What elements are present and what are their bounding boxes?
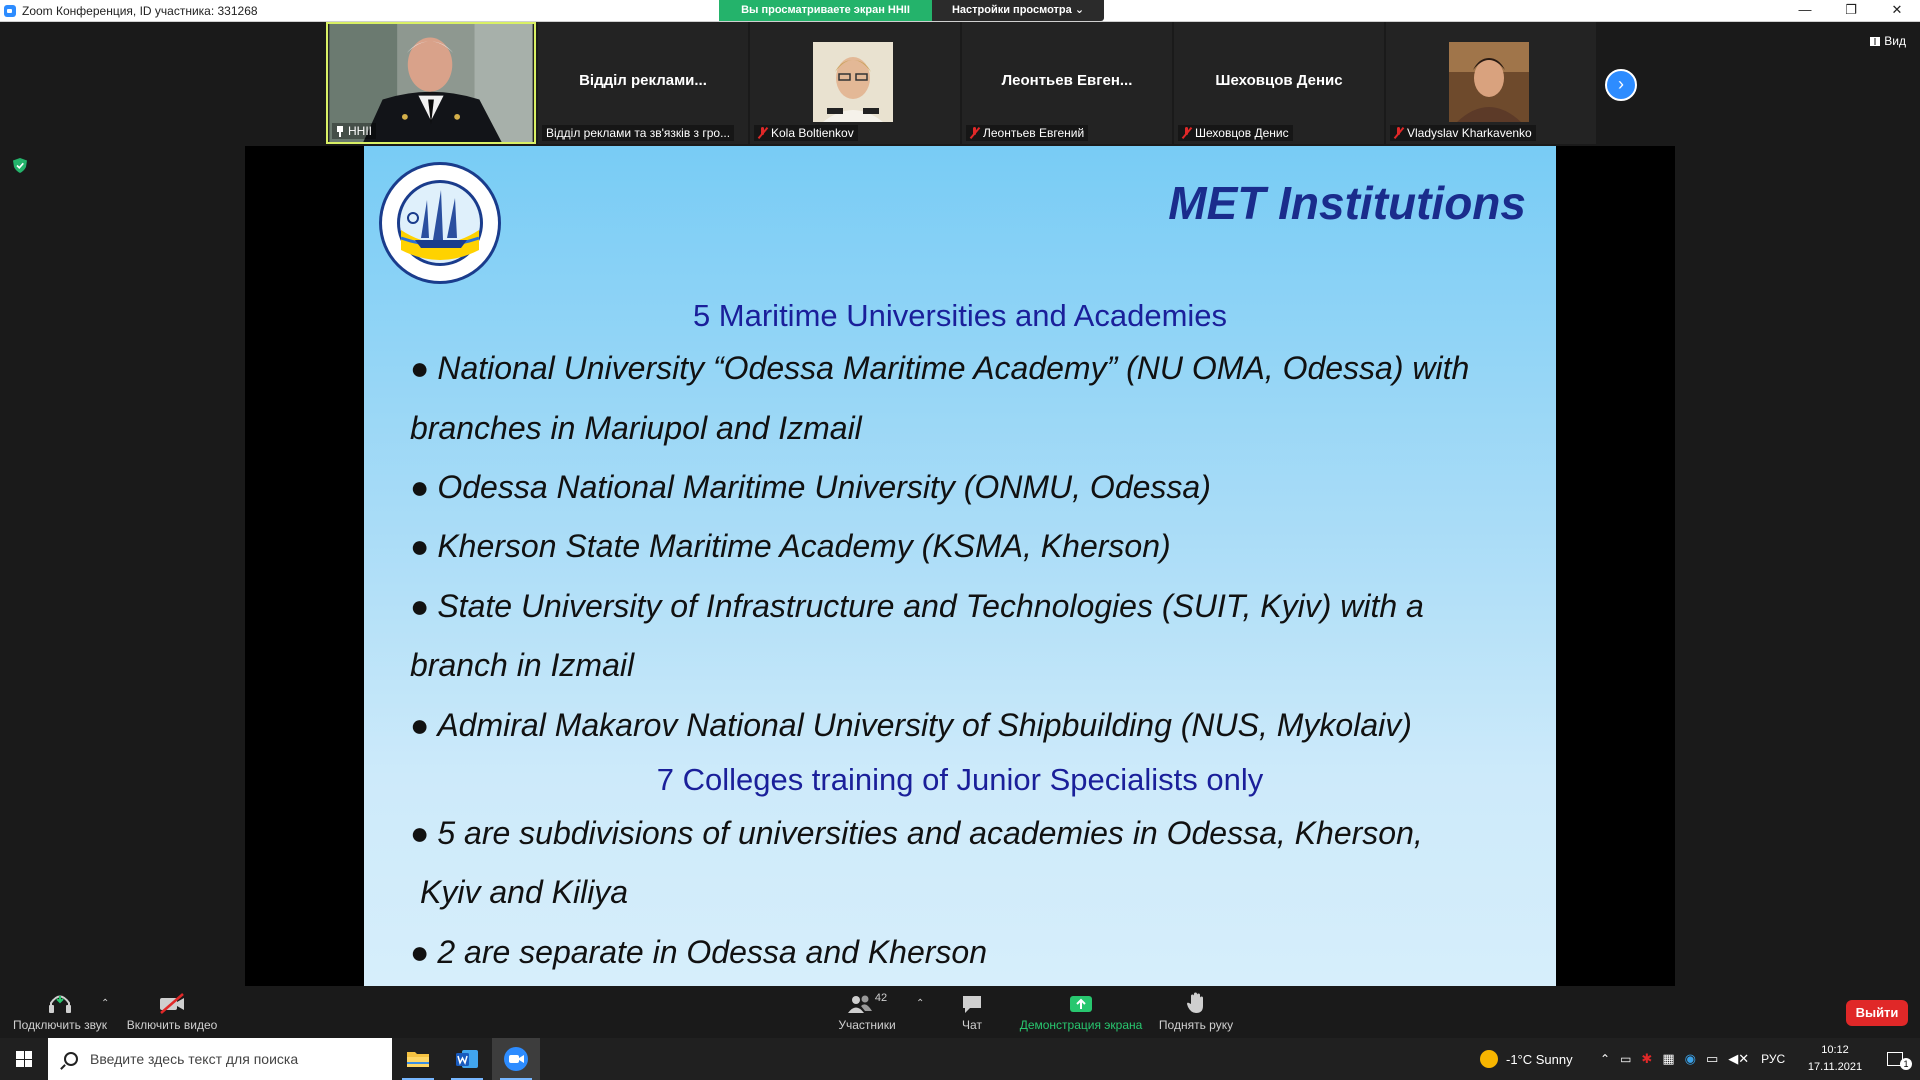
participant-tile[interactable]: Vladyslav Kharkavenko [1386,22,1596,144]
participant-tile[interactable]: Відділ реклами... Відділ реклами та зв'я… [538,22,748,144]
slide-bullet: ● 5 are subdivisions of universities and … [410,815,1423,851]
start-button[interactable] [0,1038,48,1080]
share-banner: Вы просматриваете экран HHII Настройки п… [719,0,1104,21]
chevron-right-icon: › [1618,74,1624,94]
participants-button[interactable]: 42 Участники [830,986,904,1038]
search-icon [64,1052,78,1066]
university-logo [379,162,501,284]
participant-label: Kola Boltienkov [754,125,858,141]
chat-button[interactable]: Чат [952,986,992,1038]
word-icon [456,1050,478,1068]
chat-icon [963,996,981,1013]
share-screen-button[interactable]: Демонстрация экрана [1018,986,1144,1038]
raise-hand-icon [1187,992,1203,1013]
slide-heading: 5 Maritime Universities and Academies [692,298,1228,333]
slide-title: MET Institutions [1168,177,1526,229]
notifications-button[interactable]: 1 [1880,1038,1912,1080]
chevron-up-icon[interactable]: ⌃ [1600,1052,1610,1066]
next-page-button[interactable]: › [1605,69,1637,101]
mic-muted-icon [1182,127,1191,139]
word-app[interactable] [443,1038,491,1080]
slide-bullet-continued: branches in Mariupol and Izmail [410,410,862,446]
minimize-button[interactable]: — [1782,0,1828,22]
windows-logo-icon [16,1051,32,1067]
participant-tile[interactable]: Шеховцов Денис Шеховцов Денис [1174,22,1384,144]
participant-tile[interactable]: Леонтьев Евген... Леонтьев Евгений [962,22,1172,144]
leave-meeting-button[interactable]: Выйти [1846,1000,1908,1026]
meeting-toolbar: Подключить звук ⌃ Включить видео 42 Учас… [0,986,1920,1038]
participant-label: Vladyslav Kharkavenko [1390,125,1536,141]
pin-icon [336,125,344,137]
view-button[interactable]: Вид [1870,34,1906,48]
participant-tile-hhii[interactable]: HHII [326,22,536,144]
participant-label: HHII [332,123,376,139]
security-icon[interactable]: ▦ [1662,1051,1674,1067]
taskbar-search-input[interactable] [90,1051,380,1067]
close-button[interactable]: ✕ [1874,0,1920,22]
participant-tile[interactable]: Kola Boltienkov [750,22,960,144]
zoom-icon [504,1047,528,1071]
slide-bullet: ● Admiral Makarov National University of … [410,707,1412,743]
file-explorer-app[interactable] [394,1038,442,1080]
folder-icon [407,1052,429,1067]
viewing-screen-label: Вы просматриваете экран HHII [719,0,932,21]
share-screen-icon [1070,996,1092,1012]
raise-hand-button[interactable]: Поднять руку [1154,986,1238,1038]
headphones-icon [49,995,71,1013]
participant-name: Відділ реклами... [579,72,707,89]
slide-bullet: ● Odessa National Maritime University (ON… [410,469,1211,505]
slide-bullet: ● National University “Odessa Maritime Ac… [410,350,1470,386]
participant-name: Шеховцов Денис [1215,72,1343,89]
zoom-app[interactable] [492,1038,540,1080]
sun-icon [1480,1050,1498,1068]
video-off-icon [160,993,184,1014]
audio-options-caret-icon[interactable]: ⌃ [101,998,109,1009]
windows-taskbar: -1°C Sunny ⌃ ▭ ✱ ▦ ◉ ▭ ◀✕ РУС 10:12 17.1… [0,1038,1920,1080]
mic-muted-icon [758,127,767,139]
participant-name: Леонтьев Евген... [1001,72,1133,89]
presentation-slide: MET Institutions 5 Maritime Universities… [364,146,1556,986]
join-audio-button[interactable]: Подключить звук [8,986,112,1038]
tablet-icon[interactable]: ▭ [1620,1052,1631,1066]
start-video-button[interactable]: Включить видео [122,986,222,1038]
slide-heading: 7 Colleges training of Junior Specialist… [656,762,1264,797]
mic-muted-icon [970,127,979,139]
slide-bullet: ● 2 are separate in Odessa and Kherson [410,934,988,970]
participant-avatar [813,42,893,122]
taskbar-clock[interactable]: 10:12 17.11.2021 [1800,1042,1870,1076]
language-indicator[interactable]: РУС [1761,1052,1785,1066]
slide-bullet: ● State University of Infrastructure and … [410,588,1424,624]
participant-label: Шеховцов Денис [1178,125,1293,141]
participant-avatar [1449,42,1529,122]
slide-bullet: ● Kherson State Maritime Academy (KSMA, K… [410,528,1171,564]
participant-label: Леонтьев Евгений [966,125,1089,141]
participants-icon [847,995,872,1013]
taskbar-search[interactable] [48,1038,392,1080]
system-tray: ⌃ ▭ ✱ ▦ ◉ ▭ ◀✕ РУС [1600,1038,1785,1080]
slide-bullet-continued: Kyiv and Kiliya [420,874,629,910]
participants-options-caret-icon[interactable]: ⌃ [916,998,924,1009]
restore-button[interactable]: ❐ [1828,0,1874,22]
gallery-view-icon [1870,36,1881,46]
window-controls: — ❐ ✕ [1782,0,1920,22]
zoom-app-icon [4,4,16,17]
notification-count: 1 [1900,1058,1912,1070]
skype-icon[interactable]: ◉ [1685,1051,1696,1067]
window-title: Zoom Конференция, ID участника: 331268 [22,3,258,18]
antivirus-icon[interactable]: ✱ [1641,1051,1652,1067]
slide-bullet-continued: branch in Izmail [410,647,635,683]
mic-muted-icon [1394,127,1403,139]
participant-gallery: HHII Відділ реклами... Відділ реклами та… [326,22,1596,144]
participants-count: 42 [874,992,888,1004]
view-options-button[interactable]: Настройки просмотра ⌄ [932,0,1104,21]
participant-label: Відділ реклами та зв'язків з гро... [542,125,735,141]
encryption-shield-icon[interactable] [13,158,27,173]
weather-widget[interactable]: -1°C Sunny [1480,1038,1573,1080]
network-icon[interactable]: ▭ [1706,1051,1718,1067]
volume-muted-icon[interactable]: ◀✕ [1728,1051,1749,1067]
